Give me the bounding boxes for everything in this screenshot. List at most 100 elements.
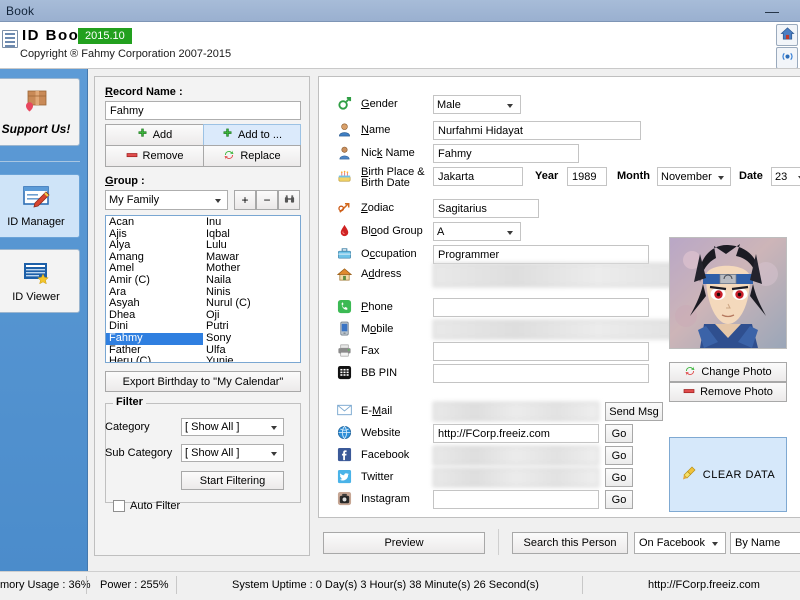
blood-label: Blood Group: [361, 225, 423, 237]
app-header: ID Book 2015.10 Copyright ® Fahmy Corpor…: [0, 22, 800, 69]
action-divider: [498, 529, 499, 555]
list-item[interactable]: Yunie: [203, 356, 300, 362]
add-button[interactable]: Add: [105, 124, 204, 146]
minus-red-icon: [126, 150, 138, 162]
search-where-select[interactable]: On Facebook: [634, 532, 726, 554]
list-item[interactable]: Inu: [203, 216, 300, 229]
change-photo-label: Change Photo: [701, 366, 772, 378]
list-item[interactable]: Nurul (C): [203, 298, 300, 310]
group-add-button[interactable]: +: [234, 190, 256, 210]
gender-select[interactable]: Male: [433, 95, 521, 114]
record-name-input[interactable]: [105, 101, 301, 120]
date-select[interactable]: 23: [771, 167, 800, 186]
add-to-button[interactable]: Add to ...: [203, 124, 301, 146]
remove-button[interactable]: Remove: [105, 145, 204, 167]
month-select[interactable]: November: [657, 167, 731, 186]
blood-select[interactable]: A: [433, 222, 521, 241]
person-photo[interactable]: [669, 237, 787, 349]
subcategory-label: Sub Category: [105, 447, 173, 459]
instagram-input[interactable]: [433, 490, 599, 509]
preview-button[interactable]: Preview: [323, 532, 485, 554]
send-msg-button[interactable]: Send Msg: [605, 402, 663, 421]
fax-input[interactable]: [433, 342, 649, 361]
broadcast-button[interactable]: [776, 47, 798, 69]
clear-data-button[interactable]: CLEAR DATA: [669, 437, 787, 512]
zodiac-input[interactable]: [433, 199, 539, 218]
year-input[interactable]: [567, 167, 607, 186]
preview-label: Preview: [384, 537, 424, 549]
zodiac-label: Zodiac: [361, 202, 395, 214]
twitter-go-button[interactable]: Go: [605, 468, 633, 487]
list-item[interactable]: Asyah: [106, 298, 203, 310]
instagram-go-button[interactable]: Go: [605, 490, 633, 509]
group-names-list[interactable]: Acan Ajis Alya Amang Amel Amir (C) Ara Asyah Dhe…: [105, 215, 301, 363]
anime-portrait-image: [670, 238, 786, 348]
name-input[interactable]: [433, 121, 641, 140]
remove-photo-button[interactable]: Remove Photo: [669, 382, 787, 402]
group-remove-button[interactable]: −: [256, 190, 278, 210]
header-divider: [0, 68, 800, 69]
person-blue-icon: [337, 122, 353, 138]
binoculars-icon: [284, 193, 295, 207]
gender-label: Gender: [361, 98, 398, 110]
birth-place-input[interactable]: [433, 167, 523, 186]
auto-filter-row[interactable]: Auto Filter: [113, 500, 180, 512]
support-heart-box-icon: [19, 88, 53, 119]
replace-button[interactable]: Replace: [203, 145, 301, 167]
list-item[interactable]: Sony: [203, 332, 300, 345]
window-titlebar[interactable]: Book —: [0, 0, 800, 22]
broom-icon: [681, 465, 697, 484]
search-this-person-label: Search this Person: [523, 537, 617, 549]
sidebar-item-label: ID Manager: [7, 216, 65, 228]
list-item[interactable]: Naila: [203, 274, 300, 287]
facebook-go-button[interactable]: Go: [605, 446, 633, 465]
birthday-cake-icon: [337, 169, 353, 185]
globe-icon: [337, 425, 353, 441]
category-select[interactable]: [ Show All ]: [181, 418, 284, 436]
list-item[interactable]: Amir (C): [106, 274, 203, 287]
website-input[interactable]: [433, 424, 599, 443]
sidebar-item-id-manager[interactable]: ID Manager: [0, 174, 80, 238]
field-row-name: Name: [319, 121, 800, 143]
person-small-icon: [337, 145, 353, 161]
printer-icon: [337, 343, 353, 359]
auto-filter-checkbox[interactable]: [113, 500, 125, 512]
email-input[interactable]: [433, 402, 599, 421]
refresh-arrows-icon: [223, 149, 235, 164]
search-by-select[interactable]: By Name: [730, 532, 800, 554]
phone-input[interactable]: [433, 298, 649, 317]
export-birthday-button[interactable]: Export Birthday to "My Calendar": [105, 371, 301, 392]
date-label: Date: [739, 170, 763, 182]
website-go-button[interactable]: Go: [605, 424, 633, 443]
app-logo-icon: [2, 30, 18, 48]
version-badge: 2015.10: [78, 28, 132, 44]
start-filtering-button[interactable]: Start Filtering: [181, 471, 284, 490]
list-item[interactable]: Fahmy: [106, 332, 203, 345]
sidebar-item-id-viewer[interactable]: ID Viewer: [0, 249, 80, 313]
list-item[interactable]: Acan: [106, 216, 203, 229]
add-to-button-label: Add to ...: [237, 129, 283, 141]
facebook-input[interactable]: [433, 446, 599, 465]
home-button[interactable]: [776, 24, 798, 46]
twitter-input[interactable]: [433, 468, 599, 487]
briefcase-icon: [337, 246, 353, 262]
field-row-birth: Birth Place & Birth Date Year Month Nove…: [319, 167, 800, 197]
change-photo-button[interactable]: Change Photo: [669, 362, 787, 382]
group-select[interactable]: My Family: [105, 190, 228, 210]
nickname-input[interactable]: [433, 144, 579, 163]
search-this-person-button[interactable]: Search this Person: [512, 532, 628, 554]
minimize-button[interactable]: —: [758, 2, 786, 20]
sidebar-item-support-us[interactable]: Support Us!: [0, 78, 80, 146]
gender-male-icon: [337, 96, 353, 112]
phone-green-icon: [337, 299, 353, 315]
occupation-input[interactable]: [433, 245, 649, 264]
nickname-label: Nick Name: [361, 147, 415, 159]
status-bar: mory Usage : 36% Power : 255% System Upt…: [0, 571, 800, 600]
subcategory-select[interactable]: [ Show All ]: [181, 444, 284, 462]
group-find-button[interactable]: [278, 190, 300, 210]
broadcast-icon: [780, 49, 795, 67]
sidebar-item-label: ID Viewer: [12, 291, 60, 303]
list-item[interactable]: Heru (C): [106, 356, 203, 362]
bbpin-input[interactable]: [433, 364, 649, 383]
chevron-down-icon: [712, 542, 718, 546]
